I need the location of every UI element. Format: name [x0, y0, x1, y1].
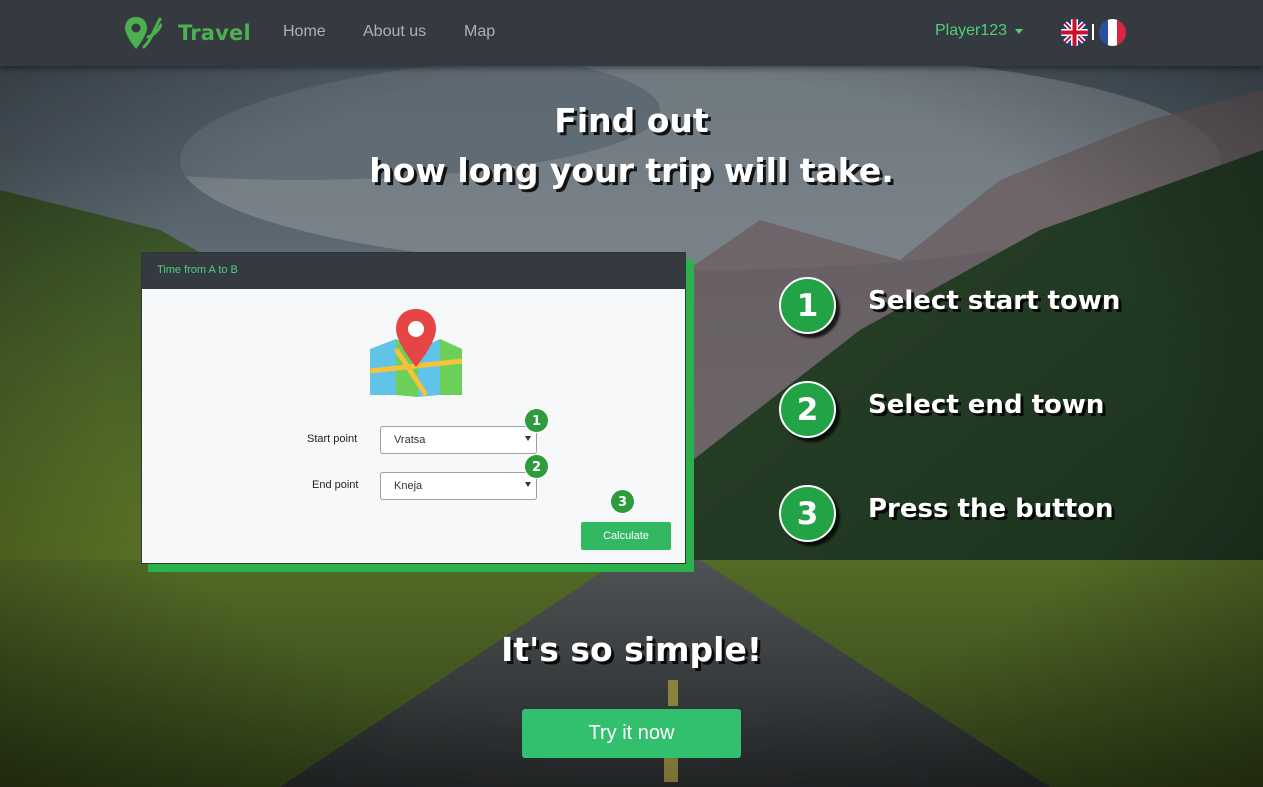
try-it-now-button[interactable]: Try it now: [522, 709, 741, 758]
step-text-2: Select end town: [868, 390, 1105, 420]
step-badge-2: 2: [524, 454, 549, 479]
start-point-value: Vratsa: [394, 434, 426, 446]
step-text-1: Select start town: [868, 286, 1121, 316]
hero-heading-line1: Find out: [554, 101, 709, 140]
nav-link-map[interactable]: Map: [464, 23, 495, 41]
user-menu-dropdown[interactable]: Player123: [935, 22, 1024, 40]
start-point-select[interactable]: Vratsa: [380, 426, 537, 454]
step-number-3: 3: [779, 485, 836, 542]
username: Player123: [935, 22, 1008, 39]
france-flag-icon[interactable]: [1099, 19, 1126, 46]
step-number-2: 2: [779, 381, 836, 438]
end-point-value: Kneja: [394, 480, 423, 492]
caret-down-icon: [1015, 28, 1024, 34]
uk-flag-icon[interactable]: [1061, 19, 1088, 46]
brand[interactable]: Travel: [124, 13, 251, 53]
location-pin-logo-icon: [125, 17, 162, 49]
card-header: Time from A to B: [142, 253, 685, 289]
hero-heading-line2: how long your trip will take.: [369, 151, 894, 190]
tagline: It's so simple!: [501, 630, 762, 669]
step-badge-3: 3: [610, 489, 635, 514]
end-point-select[interactable]: Kneja: [380, 472, 537, 500]
trip-calculator-card: Time from A to B Start point Vratsa End …: [141, 252, 686, 564]
step-text-3: Press the button: [868, 494, 1114, 524]
nav-link-home[interactable]: Home: [283, 23, 326, 41]
dropdown-arrow-icon: [525, 482, 531, 487]
language-divider: [1092, 24, 1094, 40]
map-pin-icon: [369, 309, 463, 397]
step-badge-1: 1: [524, 408, 549, 433]
calculate-button[interactable]: Calculate: [581, 522, 671, 550]
step-number-1: 1: [779, 277, 836, 334]
brand-name: Travel: [178, 21, 251, 45]
dropdown-arrow-icon: [525, 436, 531, 441]
end-point-label: End point: [312, 479, 359, 491]
navbar: Travel Home About us Map Player123: [0, 0, 1263, 66]
start-point-label: Start point: [307, 433, 358, 445]
nav-link-about[interactable]: About us: [363, 23, 426, 41]
